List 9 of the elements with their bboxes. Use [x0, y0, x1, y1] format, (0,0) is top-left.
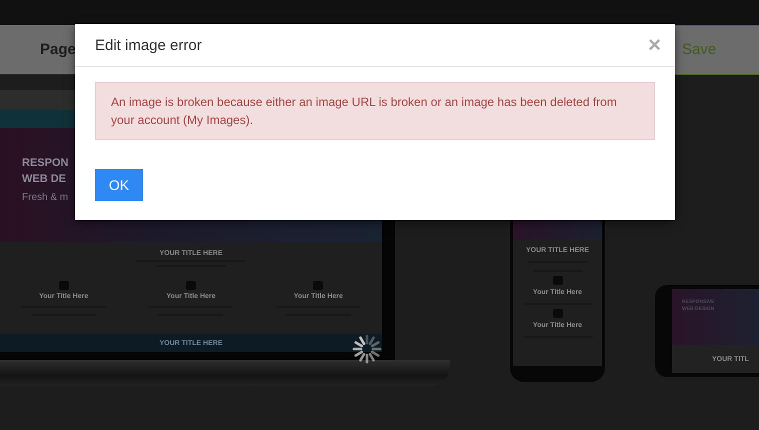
close-button[interactable]: ×: [648, 34, 661, 56]
dialog-title: Edit image error: [95, 36, 203, 54]
hero-heading: RESPON: [22, 156, 68, 170]
hero-subtitle: Fresh & m: [22, 192, 68, 203]
page-label: Page: [40, 41, 76, 58]
loading-spinner-icon: [351, 333, 383, 365]
hero-heading: WEB DE: [22, 172, 66, 186]
ok-button[interactable]: OK: [95, 169, 143, 201]
error-alert: An image is broken because either an image URL is broken or an image has been deleted from your account (My Images).: [95, 82, 655, 140]
